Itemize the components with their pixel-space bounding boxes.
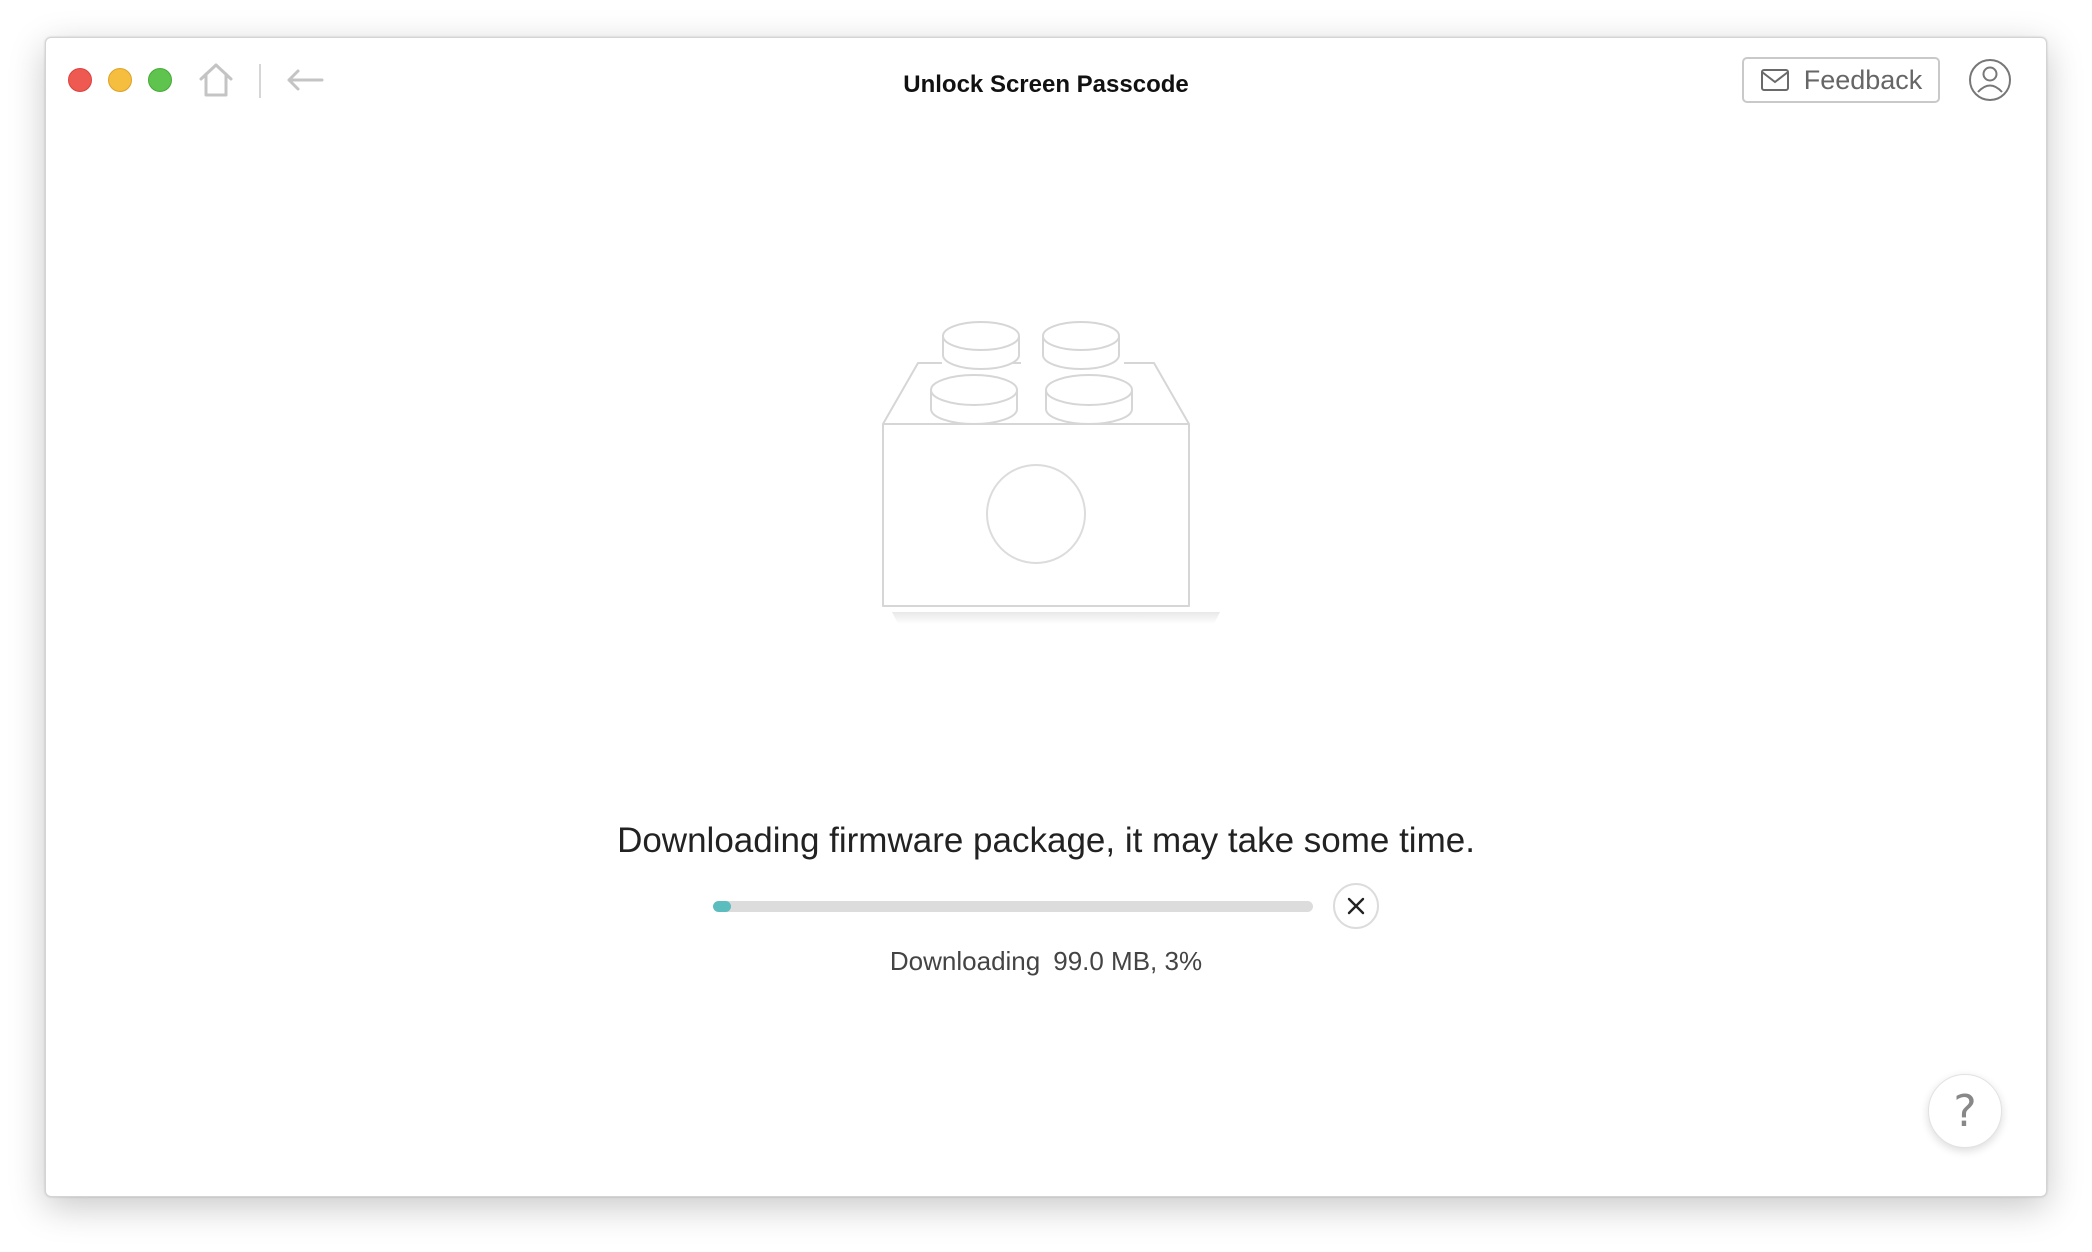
close-icon: [1347, 897, 1365, 915]
cancel-download-button[interactable]: [1333, 883, 1379, 929]
firmware-brick-icon: [882, 321, 1220, 624]
account-button[interactable]: [1968, 58, 2012, 102]
user-icon: [1969, 59, 2011, 101]
help-button[interactable]: ?: [1928, 1074, 2002, 1148]
download-progress-bar: [713, 901, 1313, 912]
download-status-detail: 99.0 MB, 3%: [1053, 946, 1203, 976]
feedback-button[interactable]: Feedback: [1742, 57, 1940, 103]
download-status: Downloading 99.0 MB, 3%: [46, 946, 2046, 977]
progress-fill: [713, 901, 731, 912]
mail-icon: [1760, 69, 1789, 91]
firmware-illustration: [876, 290, 1236, 630]
download-status-label: Downloading: [889, 946, 1041, 976]
app-window: Unlock Screen Passcode Feedback Download…: [45, 37, 2047, 1197]
feedback-label: Feedback: [1803, 64, 1923, 95]
status-heading: Downloading firmware package, it may tak…: [617, 821, 1475, 860]
